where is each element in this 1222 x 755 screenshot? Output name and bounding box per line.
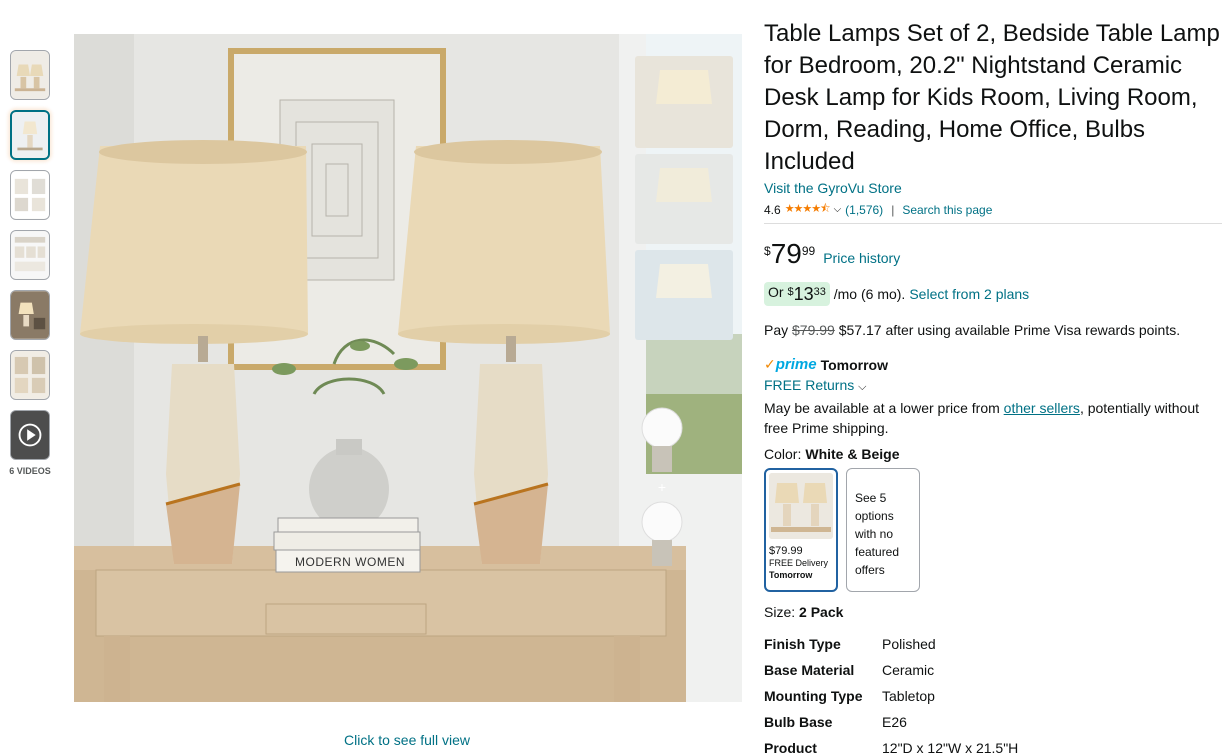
store-link[interactable]: Visit the GyroVu Store — [764, 180, 1222, 196]
prime-delivery-row: ✓ prime Tomorrow — [764, 356, 1222, 373]
product-details: Table Lamps Set of 2, Bedside Table Lamp… — [764, 18, 1222, 755]
spec-key: Base Material — [764, 662, 855, 678]
book-title: MODERN WOMEN — [295, 555, 405, 569]
thumbnail-video[interactable] — [10, 410, 50, 460]
free-returns-link[interactable]: FREE Returns ⌵ — [764, 377, 1222, 394]
old-price: $79.99 — [792, 322, 835, 338]
thumbnail-image-6[interactable] — [10, 350, 50, 400]
lower-price-prefix: May be available at a lower price from — [764, 400, 1004, 416]
spec-key: Finish Type — [764, 636, 841, 652]
select-plans-link[interactable]: Select from 2 plans — [909, 286, 1029, 302]
spec-value: Polished — [882, 636, 936, 652]
thumbnail-column: 6 VIDEOS — [8, 50, 52, 476]
separator: | — [891, 202, 895, 217]
size-label: Size: — [764, 604, 796, 620]
color-swatches: $79.99 FREE Delivery Tomorrow See 5 opti… — [764, 468, 1222, 592]
thumbnail-image-5[interactable] — [10, 290, 50, 340]
spec-value: Tabletop — [882, 688, 935, 704]
color-selection-label: Color: White & Beige — [764, 446, 1222, 462]
thumbnail-image-1[interactable] — [10, 50, 50, 100]
thumbnail-image-3[interactable] — [10, 170, 50, 220]
full-view-link[interactable]: Click to see full view — [344, 732, 470, 748]
spec-row: Bulb Base E26 — [764, 714, 1018, 740]
prime-logo: prime — [775, 356, 817, 373]
spec-key: Bulb Base — [764, 714, 833, 730]
swatch-delivery-day: Tomorrow — [769, 570, 813, 580]
monthly-prefix: Or — [768, 284, 788, 300]
swatch-image — [769, 473, 833, 539]
lower-price-notice: May be available at a lower price from o… — [764, 398, 1204, 438]
rewards-text: Pay $79.99 $57.17 after using available … — [764, 322, 1222, 338]
size-row: Size: 2 Pack — [764, 604, 1222, 620]
spec-row: Base Material Ceramic — [764, 662, 1018, 688]
price-fraction: 99 — [801, 244, 816, 258]
spec-row: Product 12"D x 12"W x 21.5"H — [764, 740, 1018, 755]
svg-text:+: + — [658, 479, 666, 495]
spec-value: 12"D x 12"W x 21.5"H — [882, 740, 1019, 755]
price-history-link[interactable]: Price history — [823, 250, 900, 266]
review-count-link[interactable]: (1,576) — [845, 203, 883, 217]
spec-key: Product — [764, 740, 817, 755]
thumbnail-image-4[interactable] — [10, 230, 50, 280]
monthly-payment-badge: Or $ 13 33 — [764, 282, 830, 306]
other-options-text: See 5 options with no featured offers — [855, 491, 900, 577]
color-swatch-other-options[interactable]: See 5 options with no featured offers — [846, 468, 920, 592]
main-product-image[interactable]: + MODERN WOMEN — [74, 34, 742, 702]
prime-check-icon: ✓ — [764, 356, 776, 372]
spec-value: Ceramic — [882, 662, 935, 678]
monthly-suffix: /mo (6 mo). — [829, 286, 906, 302]
rewards-prefix: Pay — [764, 322, 793, 338]
size-value: 2 Pack — [799, 604, 844, 620]
search-page-link[interactable]: Search this page — [902, 203, 992, 217]
spec-key: Mounting Type — [764, 688, 863, 704]
price-symbol: $ — [764, 244, 771, 258]
chevron-down-icon: ⌵ — [858, 381, 867, 393]
color-value: White & Beige — [805, 446, 900, 462]
free-returns-label: FREE Returns — [764, 377, 855, 393]
price-whole: 79 — [770, 238, 802, 269]
rating-row: 4.6 ★★★★⯪ ⌵ (1,576) | Search this page — [764, 200, 1222, 224]
color-label: Color: — [764, 446, 802, 462]
swatch-delivery: FREE Delivery — [769, 558, 829, 568]
spec-value: E26 — [882, 714, 907, 730]
product-title: Table Lamps Set of 2, Bedside Table Lamp… — [764, 20, 1220, 175]
color-swatch-white-beige[interactable]: $79.99 FREE Delivery Tomorrow — [764, 468, 838, 592]
star-rating-icon[interactable]: ★★★★⯪ — [785, 200, 831, 219]
thumbnail-image-2[interactable] — [10, 110, 50, 160]
monthly-whole: 13 — [793, 284, 814, 304]
monthly-fraction: 33 — [813, 286, 826, 298]
rewards-detail: $57.17 after using available Prime Visa … — [834, 322, 1181, 338]
price-row: $ 79 99 Price history — [764, 240, 1222, 268]
prime-delivery-day: Tomorrow — [820, 356, 888, 373]
swatch-price: $79.99 — [769, 545, 803, 557]
videos-count-label[interactable]: 6 VIDEOS — [8, 466, 52, 476]
spec-row: Finish Type Polished — [764, 636, 1018, 662]
chevron-down-icon[interactable]: ⌵ — [834, 204, 842, 215]
product-specs-table: Finish Type Polished Base Material Ceram… — [764, 636, 1018, 755]
other-sellers-link[interactable]: other sellers — [1004, 400, 1080, 416]
spec-row: Mounting Type Tabletop — [764, 688, 1018, 714]
monthly-payment-row: Or $ 13 33 /mo (6 mo). Select from 2 pla… — [764, 282, 1222, 306]
rating-value: 4.6 — [764, 202, 781, 217]
